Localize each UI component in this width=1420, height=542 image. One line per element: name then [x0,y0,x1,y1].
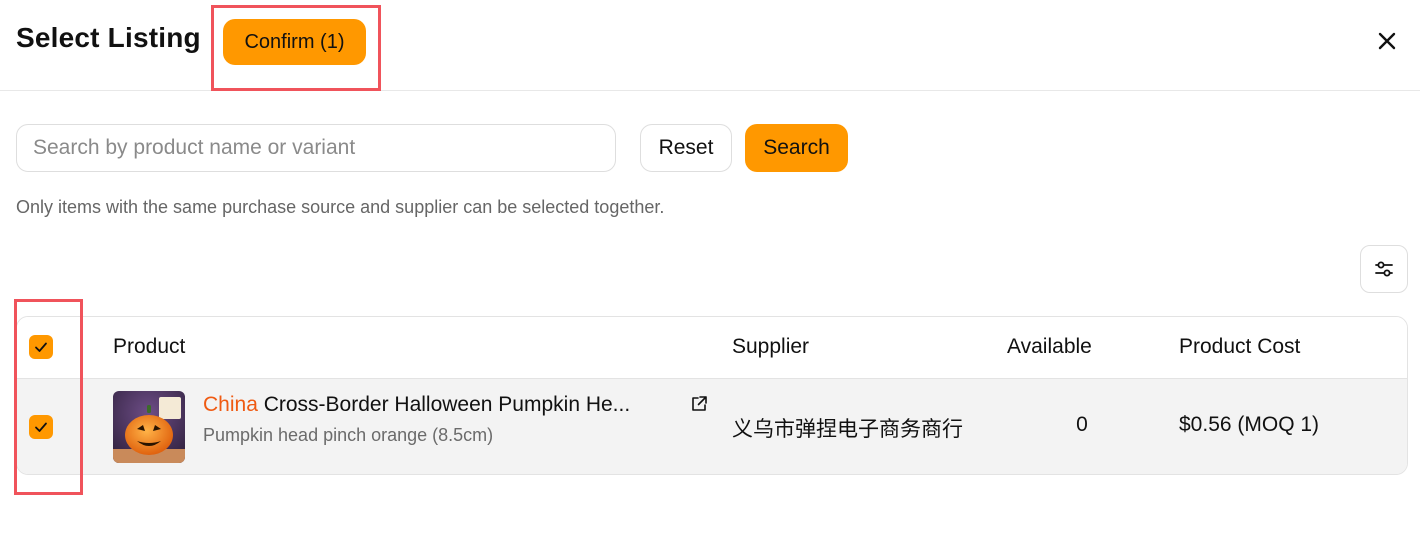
confirm-highlight-box [211,5,381,91]
table-header: Product Supplier Available Product Cost [17,317,1407,379]
checkbox-highlight-box [14,299,83,495]
listing-table: Product Supplier Available Product Cost [16,316,1408,475]
column-settings-button[interactable] [1360,245,1408,293]
column-header-product-cost: Product Cost [1179,335,1301,358]
product-name: Cross-Border Halloween Pumpkin He... [257,393,631,416]
available-quantity: 0 [1076,413,1088,436]
search-button[interactable]: Search [745,124,848,172]
supplier-name: 义乌市弹捏电子商务商行 [732,417,963,441]
reset-button[interactable]: Reset [640,124,732,172]
selection-note: Only items with the same purchase source… [16,197,665,217]
product-title[interactable]: China Cross-Border Halloween Pumpkin He.… [203,393,630,417]
table-row[interactable]: China Cross-Border Halloween Pumpkin He.… [17,379,1407,474]
product-thumbnail [113,391,185,463]
page-title: Select Listing [16,22,201,53]
product-origin: China [203,393,258,416]
column-header-supplier: Supplier [732,335,810,358]
product-variant: Pumpkin head pinch orange (8.5cm) [203,425,494,445]
sliders-icon [1375,261,1393,277]
close-icon[interactable] [1374,28,1400,54]
external-link-icon[interactable] [690,395,708,413]
search-input[interactable] [16,124,616,172]
column-header-product: Product [113,335,186,358]
column-header-available: Available [1007,335,1092,358]
product-cost: $0.56 (MOQ 1) [1179,413,1320,436]
